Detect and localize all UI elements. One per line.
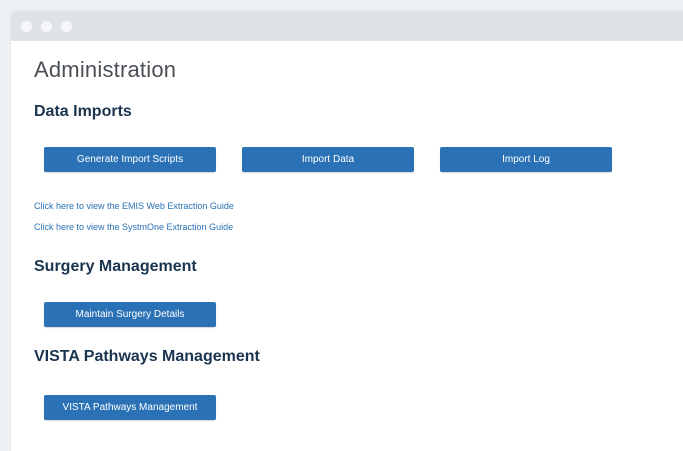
section-title-surgery-management: Surgery Management bbox=[34, 258, 197, 275]
browser-window: Administration Data Imports Generate Imp… bbox=[11, 11, 683, 451]
page-title: Administration bbox=[34, 57, 177, 82]
vista-pathways-management-button[interactable]: VISTA Pathways Management bbox=[44, 395, 216, 420]
systmone-extraction-guide-link[interactable]: Click here to view the SystmOne Extracti… bbox=[34, 222, 233, 232]
emis-extraction-guide-link[interactable]: Click here to view the EMIS Web Extracti… bbox=[34, 201, 234, 211]
import-log-button[interactable]: Import Log bbox=[440, 147, 612, 172]
section-title-data-imports: Data Imports bbox=[34, 103, 132, 120]
section-title-vista-pathways: VISTA Pathways Management bbox=[34, 348, 260, 365]
import-data-button[interactable]: Import Data bbox=[242, 147, 414, 172]
window-titlebar bbox=[11, 11, 683, 41]
generate-import-scripts-button[interactable]: Generate Import Scripts bbox=[44, 147, 216, 172]
maintain-surgery-details-button[interactable]: Maintain Surgery Details bbox=[44, 302, 216, 327]
window-control-dot[interactable] bbox=[41, 21, 52, 32]
window-control-dot[interactable] bbox=[61, 21, 72, 32]
window-control-dot[interactable] bbox=[21, 21, 32, 32]
